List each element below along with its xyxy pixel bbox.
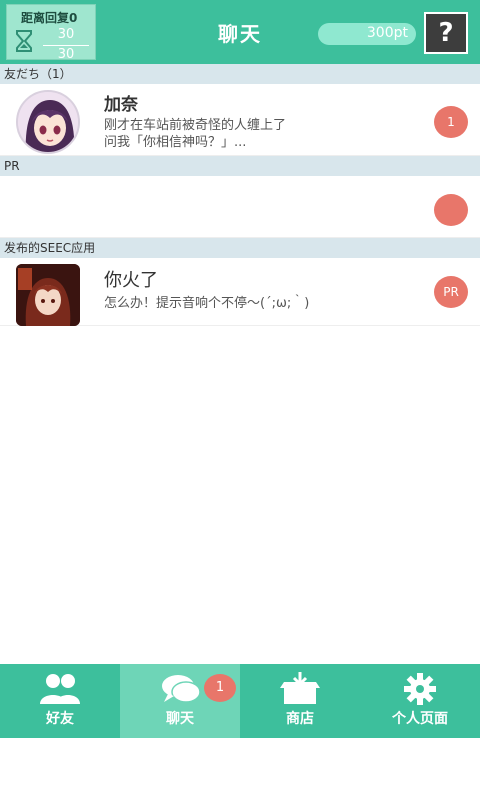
top-bar: 距离回复0 30 30 聊天 300pt ?: [0, 0, 480, 64]
pr-row[interactable]: [0, 176, 480, 238]
nav-label-shop: 商店: [286, 711, 314, 727]
anime-girl-avatar-icon: [18, 92, 78, 152]
pr-label-badge: PR: [434, 276, 468, 308]
nav-label-profile: 个人页面: [392, 711, 448, 727]
pr-badge: [434, 194, 468, 226]
message-preview-line1: 刚才在车站前被奇怪的人缠上了: [104, 118, 287, 133]
chat-icon: [162, 675, 201, 703]
fraction-divider: [43, 45, 89, 46]
footer-area: [0, 738, 480, 800]
chat-row-app[interactable]: 你火了 怎么办！提示音响个不停～(´;ω;｀) PR: [0, 258, 480, 326]
bottom-navigation: 好友 1 聊天 商店 个人页面: [0, 664, 480, 738]
contact-name: 加奈: [104, 95, 138, 115]
hourglass-icon: [16, 30, 32, 52]
message-preview: 怎么办！提示音响个不停～(´;ω;｀): [104, 296, 310, 311]
page-title: 聊天: [218, 22, 262, 46]
chat-row-kana[interactable]: 加奈 刚才在车站前被奇怪的人缠上了 问我「你相信神吗？」... 1: [0, 84, 480, 156]
shop-icon: [280, 672, 320, 704]
stamina-recovery-panel: 距离回复0 30 30: [6, 4, 96, 62]
nav-tab-shop[interactable]: 商店: [240, 664, 360, 738]
avatar: [16, 90, 80, 154]
unread-badge: 1: [434, 106, 468, 138]
chat-unread-badge: 1: [204, 674, 236, 702]
gear-icon: [404, 673, 436, 705]
nav-tab-chat[interactable]: 1 聊天: [120, 664, 240, 738]
help-button[interactable]: ?: [424, 12, 468, 54]
app-name: 你火了: [104, 270, 158, 291]
stamina-max: 30: [57, 47, 75, 62]
nav-tab-friends[interactable]: 好友: [0, 664, 120, 738]
section-header-apps: 发布的SEEC应用: [0, 238, 480, 258]
section-header-pr: PR: [0, 156, 480, 176]
friends-icon: [40, 674, 80, 704]
message-preview-line2: 问我「你相信神吗？」...: [104, 135, 247, 150]
section-header-friends: 友だち（1）: [0, 64, 480, 84]
nav-label-chat: 聊天: [166, 711, 194, 727]
app-icon: [16, 264, 80, 326]
recovery-label: 距离回复0: [21, 11, 78, 25]
stamina-current: 30: [57, 27, 75, 42]
nav-tab-profile[interactable]: 个人页面: [360, 664, 480, 738]
points-value: 300pt: [366, 25, 408, 41]
app-character-icon: [16, 264, 80, 326]
points-display: 300pt: [318, 23, 416, 45]
nav-label-friends: 好友: [46, 711, 74, 727]
